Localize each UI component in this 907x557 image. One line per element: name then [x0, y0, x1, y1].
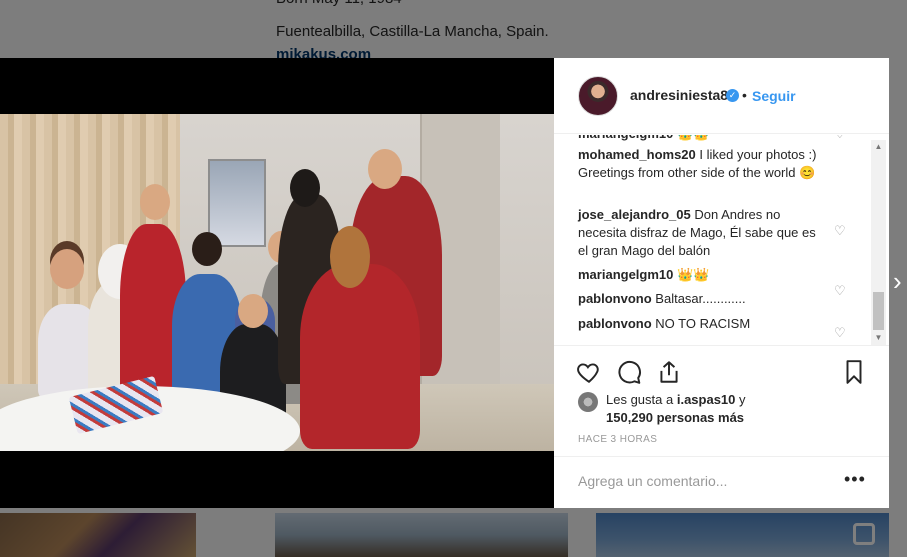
- comment-username[interactable]: mariangelgm10: [578, 267, 673, 282]
- comment-item: mariangelgm10 👑👑: [578, 135, 828, 143]
- post-header: andresiniesta8 ✓ • Seguir: [554, 58, 889, 134]
- comment-icon[interactable]: [616, 359, 642, 385]
- share-icon[interactable]: [656, 359, 682, 385]
- more-options-icon[interactable]: •••: [844, 469, 866, 490]
- comment-username[interactable]: jose_alejandro_05: [578, 207, 691, 222]
- scroll-up-icon[interactable]: ▲: [871, 140, 886, 154]
- comment-username[interactable]: mariangelgm10: [578, 135, 673, 141]
- heart-icon[interactable]: ♡: [834, 284, 848, 298]
- chevron-right-icon[interactable]: ›: [893, 268, 902, 294]
- comment-username[interactable]: pablonvono: [578, 291, 652, 306]
- likes-prefix: Les gusta a: [606, 392, 674, 407]
- heart-icon[interactable]: ♡: [834, 224, 848, 238]
- comment-item: pablonvono NO TO RACISM: [578, 315, 828, 333]
- follow-button[interactable]: Seguir: [752, 88, 796, 104]
- comment-text: NO TO RACISM: [655, 316, 751, 331]
- comment-item: pablonvono Baltasar............: [578, 290, 828, 308]
- post-timestamp[interactable]: HACE 3 HORAS: [578, 434, 657, 445]
- heart-icon[interactable]: [576, 359, 602, 385]
- comment-item: mariangelgm10 👑👑: [578, 266, 828, 284]
- post-photo[interactable]: [0, 114, 554, 451]
- scroll-down-icon[interactable]: ▼: [871, 331, 886, 345]
- comment-text: 👑👑: [677, 267, 710, 282]
- heart-icon[interactable]: ♡: [834, 135, 848, 141]
- scroll-thumb[interactable]: [873, 292, 884, 330]
- avatar[interactable]: [578, 76, 618, 116]
- bookmark-icon[interactable]: [841, 359, 867, 385]
- comments-scrollbar[interactable]: ▲ ▼: [871, 140, 886, 345]
- post-username[interactable]: andresiniesta8: [630, 87, 728, 103]
- likes-user[interactable]: i.aspas10: [677, 392, 736, 407]
- comment-text: Baltasar............: [655, 291, 746, 306]
- likes-count[interactable]: 150,290 personas más: [606, 410, 744, 425]
- comment-username[interactable]: mohamed_homs20: [578, 147, 696, 162]
- heart-icon[interactable]: ♡: [834, 326, 848, 340]
- add-comment-bar: •••: [554, 456, 889, 508]
- comment-list: mariangelgm10 👑👑 ♡ mohamed_homs20 I like…: [554, 135, 889, 345]
- separator-dot: •: [742, 87, 747, 103]
- post-side-panel: andresiniesta8 ✓ • Seguir mariangelgm10 …: [554, 58, 889, 508]
- comment-input[interactable]: [578, 473, 818, 489]
- avatar[interactable]: [578, 392, 598, 412]
- verified-icon: ✓: [726, 89, 739, 102]
- likes-joiner: y: [739, 392, 746, 407]
- post-media: [0, 58, 554, 508]
- comment-text: 👑👑: [677, 135, 709, 141]
- comment-username[interactable]: pablonvono: [578, 316, 652, 331]
- comment-item: mohamed_homs20 I liked your photos :) Gr…: [578, 146, 828, 182]
- post-modal: andresiniesta8 ✓ • Seguir mariangelgm10 …: [0, 58, 889, 508]
- comment-item: jose_alejandro_05 Don Andres no necesita…: [578, 206, 828, 260]
